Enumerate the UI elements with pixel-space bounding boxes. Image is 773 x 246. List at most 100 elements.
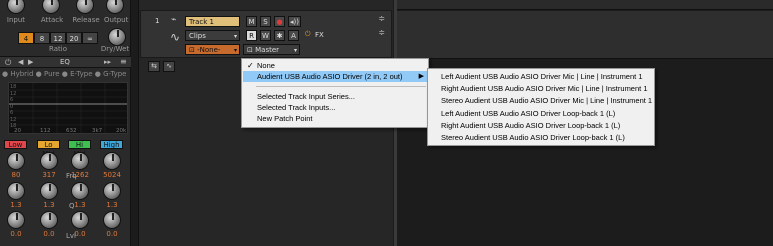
clips-dropdown[interactable]: Clips ▾ — [185, 30, 240, 41]
waveform-view-icon[interactable]: ∿ — [163, 61, 175, 72]
chevron-down-icon: ▾ — [293, 47, 297, 54]
frq-label: Frq — [66, 172, 77, 180]
freeze-button[interactable]: ✱ — [274, 30, 285, 41]
menu-item-none[interactable]: ✓ None — [243, 60, 428, 71]
waveform-icon: ⌁ — [171, 15, 177, 25]
submenu-item-left-loopback[interactable]: Left Audient USB Audio ASIO Driver Loop-… — [429, 108, 615, 119]
band-high-button[interactable]: High — [100, 140, 123, 149]
band-1-freq-value: 80 — [11, 171, 21, 179]
band-4-freq-knob[interactable] — [103, 152, 121, 170]
lvl-label: Lvl — [66, 232, 76, 240]
track-view-icon[interactable]: ⇆ — [148, 61, 160, 72]
input-knob-label: Input — [6, 16, 26, 24]
eq-gain-tick: 6 — [10, 110, 14, 116]
timeline-track-lane[interactable] — [397, 11, 773, 59]
band-2-q-knob[interactable] — [40, 182, 58, 200]
menu-item-label: Selected Track Input Series... — [257, 92, 355, 101]
band-hi-mid-button[interactable]: Hi Mid — [68, 140, 91, 158]
submenu-item-stereo-loopback[interactable]: Stereo Audient USB Audio ASIO Driver Loo… — [429, 132, 625, 143]
input-dropdown[interactable]: ⊡ -None- ▾ — [185, 44, 240, 55]
eq-menu-icon[interactable]: ▸▸ — [104, 58, 111, 66]
q-label: Q — [69, 202, 75, 210]
band-3-q-knob[interactable] — [71, 182, 89, 200]
submenu-item-right-loopback[interactable]: Right Audient USB Audio ASIO Driver Loop… — [429, 120, 620, 131]
band-2-q-value: 1.3 — [43, 201, 55, 209]
eq-type-selector[interactable]: ● Hybrid ● Pure ● E-Type ● G-Type — [2, 70, 130, 80]
band-2-gain-value: 0.0 — [43, 230, 55, 238]
attack-knob[interactable] — [42, 0, 60, 14]
eq-gain-tick: 12 — [10, 90, 17, 97]
band-4-q-value: 1.3 — [106, 201, 118, 209]
band-4-gain-value: 0.0 — [106, 230, 118, 238]
eq-next-icon[interactable]: ▶ — [28, 58, 33, 66]
menu-item-label: New Patch Point — [257, 114, 313, 123]
ratio-button-8[interactable]: 8 — [34, 32, 50, 44]
track-name-field[interactable]: Track 1 — [185, 16, 240, 27]
mute-button[interactable]: M — [246, 16, 257, 27]
ratio-button-infinity[interactable]: ∞ — [82, 32, 98, 44]
drywet-knob[interactable] — [108, 28, 126, 46]
input-menu: ✓ None Audient USB Audio ASIO Driver (2 … — [241, 58, 429, 128]
menu-item-label: Audient USB Audio ASIO Driver (2 in, 2 o… — [257, 72, 403, 81]
ratio-button-4[interactable]: 4 — [18, 32, 34, 44]
output-knob[interactable] — [106, 0, 124, 14]
track-number: 1 — [155, 17, 160, 25]
submenu-item-right-mic[interactable]: Right Audient USB Audio ASIO Driver Mic … — [429, 83, 648, 94]
eq-power-icon[interactable]: ⏻ — [5, 58, 11, 68]
submenu-item-left-mic[interactable]: Left Audient USB Audio ASIO Driver Mic |… — [429, 71, 643, 82]
band-2-freq-knob[interactable] — [40, 152, 58, 170]
release-knob[interactable] — [76, 0, 94, 14]
track-toolbar: ⇆ ∿ — [148, 61, 180, 73]
band-1-freq-knob[interactable] — [7, 152, 25, 170]
ratio-button-12[interactable]: 12 — [50, 32, 66, 44]
channel-strip: Input Attack Release Output 4 8 12 20 ∞ … — [0, 0, 131, 246]
menu-item-label: Selected Track Inputs... — [257, 103, 336, 112]
fx-menu-icon[interactable]: ≑ — [378, 28, 385, 37]
menu-item-track-inputs[interactable]: Selected Track Inputs... — [243, 102, 428, 113]
clips-label: Clips — [189, 32, 206, 40]
eq-header: ⏻ ◀ ▶ EQ ▸▸ ≡ — [0, 56, 131, 68]
drywet-label: Dry/Wet — [100, 45, 130, 53]
eq-graph[interactable]: 18 12 6 0 6 12 18 — [8, 82, 128, 134]
submenu-arrow-icon: ▶ — [418, 73, 424, 80]
monitor-button[interactable]: ◂)) — [288, 16, 301, 27]
band-1-gain-value: 0.0 — [10, 230, 22, 238]
ratio-button-20[interactable]: 20 — [66, 32, 82, 44]
eq-curve — [9, 83, 127, 133]
read-automation-button[interactable]: R — [246, 30, 257, 41]
band-low-button[interactable]: Low — [4, 140, 27, 149]
track-menu-icon[interactable]: ≑ — [378, 14, 385, 23]
chevron-down-icon: ▾ — [233, 33, 237, 40]
fx-power-icon[interactable]: ⏻ — [305, 30, 311, 39]
menu-item-audient-driver[interactable]: Audient USB Audio ASIO Driver (2 in, 2 o… — [243, 71, 428, 82]
input-knob[interactable] — [7, 0, 25, 14]
output-label: Master — [255, 46, 280, 54]
eq-freq-tick: 20 — [14, 128, 21, 134]
eq-freq-tick: 20k — [116, 128, 127, 134]
band-4-q-knob[interactable] — [103, 182, 121, 200]
record-arm-button[interactable]: ● — [274, 16, 285, 27]
menu-item-new-patch-point[interactable]: New Patch Point — [243, 113, 428, 124]
eq-options-icon[interactable]: ≡ — [120, 57, 127, 66]
submenu-item-stereo-mic[interactable]: Stereo Audient USB Audio ASIO Driver Mic… — [429, 95, 652, 106]
write-automation-button[interactable]: W — [260, 30, 271, 41]
timeline-ruler[interactable] — [397, 0, 773, 10]
solo-button[interactable]: S — [260, 16, 271, 27]
input-label: -None- — [197, 46, 221, 54]
eq-label: EQ — [60, 58, 70, 66]
eq-gain-tick: 0 — [10, 103, 14, 110]
fx-label: FX — [315, 31, 324, 39]
band-4-gain-knob[interactable] — [103, 211, 121, 229]
output-dropdown[interactable]: ⊡ Master ▾ — [243, 44, 300, 55]
band-1-q-knob[interactable] — [7, 182, 25, 200]
eq-prev-icon[interactable]: ◀ — [18, 58, 23, 66]
band-lo-mid-button[interactable]: Lo Mid — [37, 140, 60, 158]
archive-button[interactable]: A — [288, 30, 299, 41]
menu-item-input-series[interactable]: Selected Track Input Series... — [243, 91, 428, 102]
band-3-gain-knob[interactable] — [71, 211, 89, 229]
band-2-gain-knob[interactable] — [40, 211, 58, 229]
band-3-freq-knob[interactable] — [71, 152, 89, 170]
check-icon: ✓ — [247, 61, 254, 70]
eq-gain-tick: 18 — [10, 84, 17, 90]
band-1-gain-knob[interactable] — [7, 211, 25, 229]
